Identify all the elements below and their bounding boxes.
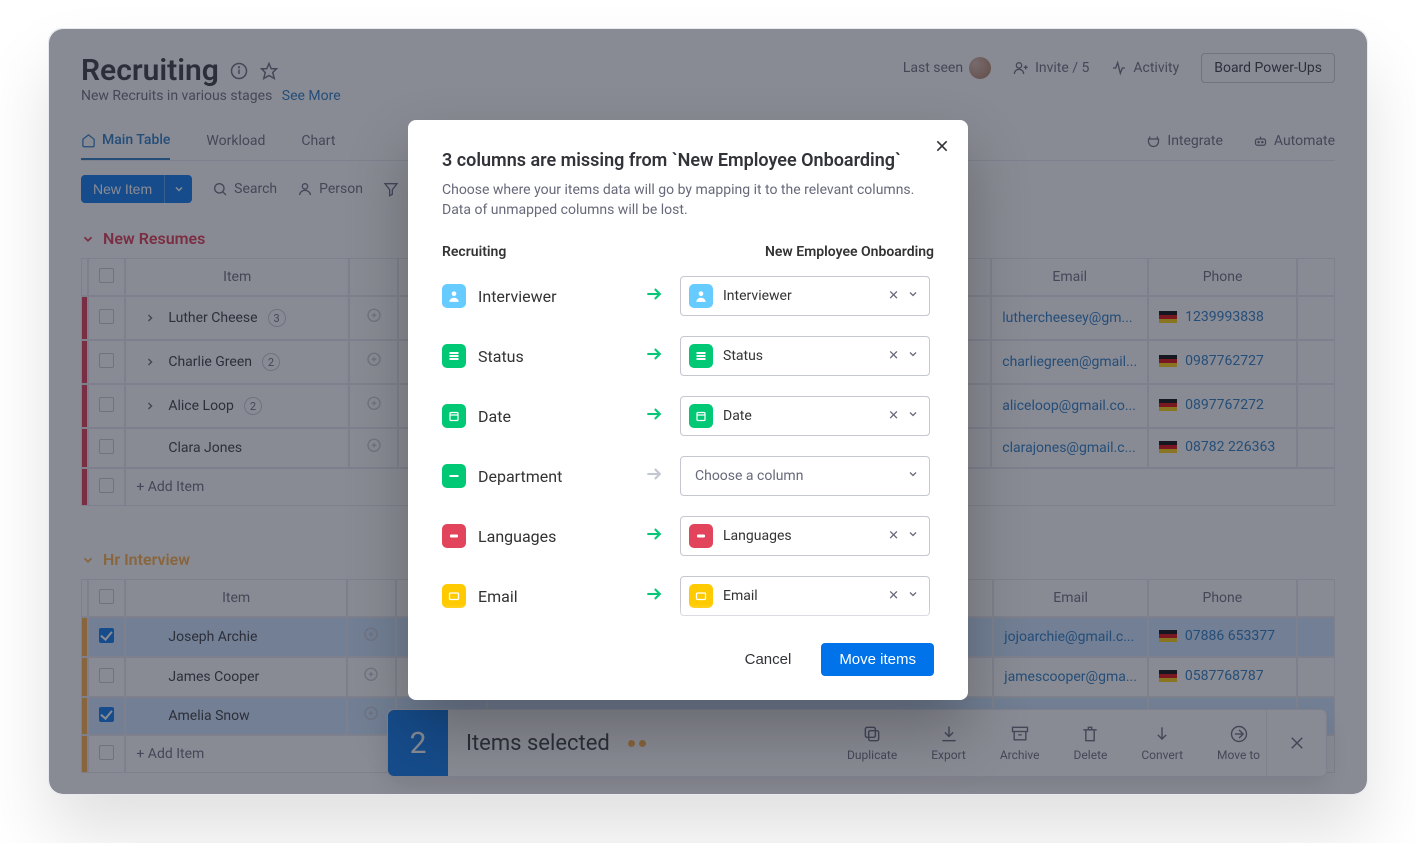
- mapping-row: Department Choose a column: [442, 456, 930, 496]
- modal-close-button[interactable]: [930, 134, 954, 158]
- mapping-target-select[interactable]: Email ✕: [680, 576, 930, 616]
- arrow-right-icon: [644, 404, 668, 428]
- chevron-down-icon: [907, 588, 919, 604]
- mapping-source: Status: [442, 344, 632, 368]
- column-type-icon: [442, 284, 466, 308]
- mapping-row: Interviewer Interviewer ✕: [442, 276, 930, 316]
- clear-mapping-icon[interactable]: ✕: [888, 529, 899, 544]
- column-type-icon: [689, 344, 713, 368]
- column-type-icon: [689, 584, 713, 608]
- clear-mapping-icon[interactable]: ✕: [888, 349, 899, 364]
- column-type-icon: [442, 524, 466, 548]
- modal-actions: Cancel Move items: [442, 627, 934, 676]
- chevron-down-icon: [907, 528, 919, 544]
- mapping-left-header: Recruiting: [442, 244, 506, 260]
- mapping-target-select[interactable]: Languages ✕: [680, 516, 930, 556]
- mapping-target-placeholder: Choose a column: [695, 468, 803, 484]
- arrow-right-icon: [644, 464, 668, 488]
- column-type-icon: [442, 344, 466, 368]
- clear-mapping-icon[interactable]: ✕: [888, 289, 899, 304]
- column-type-icon: [689, 404, 713, 428]
- mapping-target-select[interactable]: Interviewer ✕: [680, 276, 930, 316]
- chevron-down-icon: [907, 408, 919, 424]
- mapping-source: Department: [442, 464, 632, 488]
- chevron-down-icon: [907, 468, 919, 484]
- clear-mapping-icon[interactable]: ✕: [888, 589, 899, 604]
- move-items-button[interactable]: Move items: [821, 643, 934, 676]
- mapping-source: Date: [442, 404, 632, 428]
- mapping-target-select[interactable]: Choose a column: [680, 456, 930, 496]
- mapping-target-label: Interviewer: [723, 288, 792, 304]
- column-type-icon: [689, 284, 713, 308]
- mapping-source-label: Email: [478, 587, 518, 606]
- mapping-source-label: Date: [478, 407, 511, 426]
- mapping-row: Date Date ✕: [442, 396, 930, 436]
- close-icon: [934, 138, 950, 154]
- modal-title: 3 columns are missing from `New Employee…: [442, 150, 934, 171]
- mapping-target-label: Languages: [723, 528, 792, 544]
- mapping-row: Status Status ✕: [442, 336, 930, 376]
- mapping-row: Email Email ✕: [442, 576, 930, 616]
- column-type-icon: [689, 524, 713, 548]
- modal-description: Choose where your items data will go by …: [442, 181, 934, 220]
- arrow-right-icon: [644, 584, 668, 608]
- mapping-row: Languages Languages ✕: [442, 516, 930, 556]
- cancel-button[interactable]: Cancel: [727, 643, 810, 676]
- clear-mapping-icon[interactable]: ✕: [888, 409, 899, 424]
- mapping-source-label: Languages: [478, 527, 556, 546]
- arrow-right-icon: [644, 524, 668, 548]
- mapping-body[interactable]: InterviewerInterviewer✕StatusStatus✕Date…: [442, 276, 934, 623]
- mapping-target-select[interactable]: Status ✕: [680, 336, 930, 376]
- mapping-source: Languages: [442, 524, 632, 548]
- mapping-header: Recruiting New Employee Onboarding: [442, 244, 934, 260]
- arrow-right-icon: [644, 284, 668, 308]
- mapping-source: Email: [442, 584, 632, 608]
- mapping-target-label: Date: [723, 408, 752, 424]
- mapping-target-label: Status: [723, 348, 763, 364]
- chevron-down-icon: [907, 288, 919, 304]
- mapping-target-select[interactable]: Date ✕: [680, 396, 930, 436]
- arrow-right-icon: [644, 344, 668, 368]
- column-type-icon: [442, 584, 466, 608]
- mapping-source: Interviewer: [442, 284, 632, 308]
- mapping-source-label: Status: [478, 347, 524, 366]
- mapping-source-label: Department: [478, 467, 562, 486]
- mapping-source-label: Interviewer: [478, 287, 557, 306]
- chevron-down-icon: [907, 348, 919, 364]
- mapping-target-label: Email: [723, 588, 758, 604]
- column-type-icon: [442, 464, 466, 488]
- column-mapping-modal: 3 columns are missing from `New Employee…: [408, 120, 968, 700]
- column-type-icon: [442, 404, 466, 428]
- mapping-right-header: New Employee Onboarding: [765, 244, 934, 260]
